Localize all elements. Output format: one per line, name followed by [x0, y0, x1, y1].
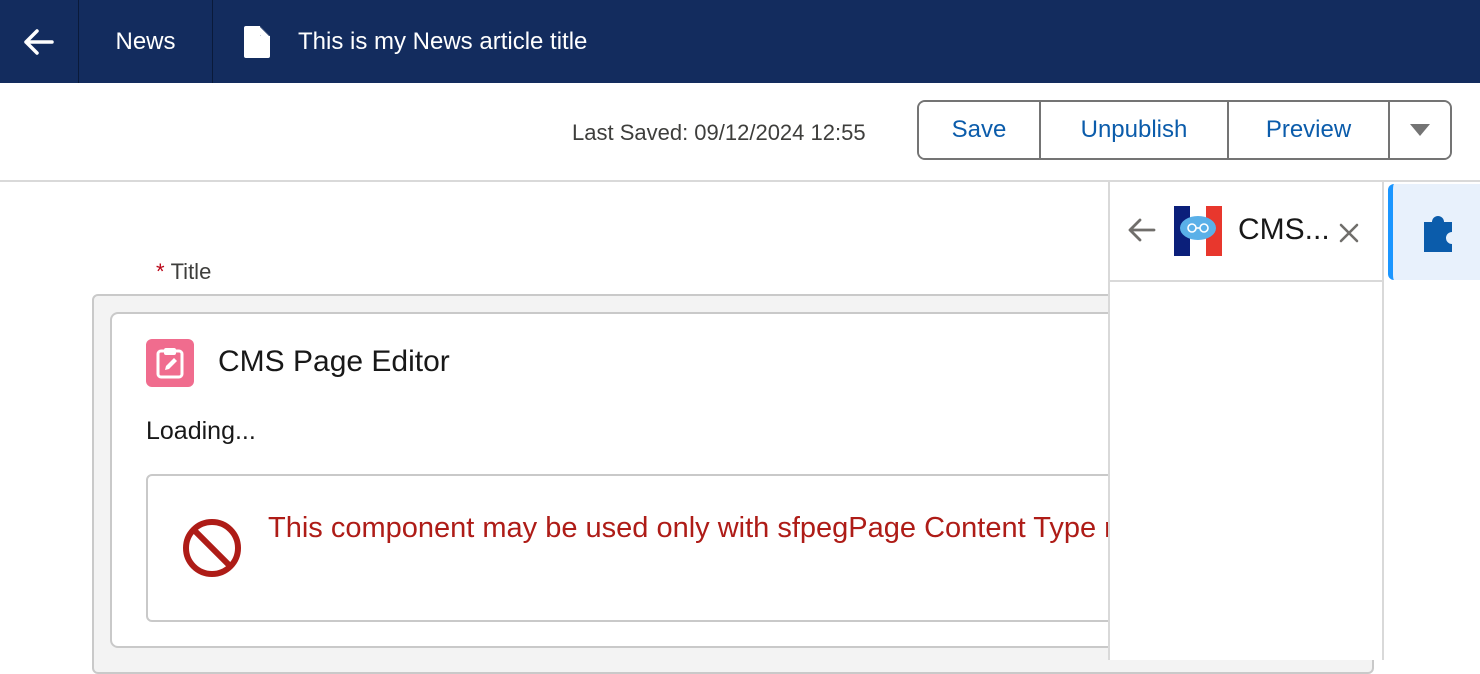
panel-back-button[interactable]: [1128, 218, 1156, 247]
tab-news-label: News: [115, 27, 176, 55]
arrow-left-icon: [1128, 218, 1156, 242]
tab-news[interactable]: News: [79, 0, 213, 83]
cms-app-logo: [1174, 206, 1222, 261]
action-button-group: Save Unpublish Preview: [917, 100, 1452, 160]
utility-panel-title: CMS...: [1238, 213, 1330, 246]
arrow-left-icon: [24, 28, 54, 55]
document-icon: [244, 25, 270, 58]
top-navigation-bar: News This is my News article title: [0, 0, 1480, 83]
document-title: This is my News article title: [244, 0, 587, 83]
more-actions-button[interactable]: [1390, 102, 1450, 158]
loading-text: Loading...: [146, 417, 256, 445]
title-field-label: * Title: [156, 259, 211, 285]
unpublish-button[interactable]: Unpublish: [1041, 102, 1229, 158]
back-button[interactable]: [0, 0, 79, 83]
utility-panel: CMS...: [1108, 182, 1384, 660]
clipboard-edit-icon: [146, 339, 194, 387]
preview-button[interactable]: Preview: [1229, 102, 1390, 158]
last-saved-timestamp: Last Saved: 09/12/2024 12:55: [572, 120, 866, 145]
panel-close-button[interactable]: [1339, 223, 1359, 248]
title-field-label-text: Title: [170, 259, 212, 284]
page-header-toolbar: Last Saved: 09/12/2024 12:55 Save Unpubl…: [0, 83, 1480, 182]
utility-side-strip: [1382, 182, 1480, 660]
prohibited-icon: [183, 519, 241, 577]
utility-tab-component[interactable]: [1388, 184, 1480, 280]
utility-panel-header: CMS...: [1110, 182, 1384, 282]
caret-down-icon: [1410, 124, 1430, 136]
required-marker: *: [156, 259, 165, 284]
card-title: CMS Page Editor: [218, 345, 450, 378]
close-icon: [1339, 223, 1359, 243]
puzzle-piece-icon: [1423, 216, 1452, 252]
save-button[interactable]: Save: [919, 102, 1041, 158]
document-title-text: This is my News article title: [298, 27, 588, 55]
